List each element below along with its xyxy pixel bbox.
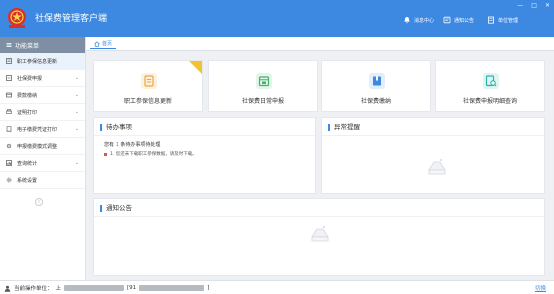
empty-state-icon: [311, 226, 329, 242]
chevron-down-icon: ⌄: [74, 126, 79, 132]
tax-emblem-logo: [8, 8, 26, 28]
tab-bar: 首页: [86, 37, 554, 51]
corner-badge: [189, 61, 202, 74]
operator-end: ]: [207, 285, 210, 291]
quick-action-payment[interactable]: 社保费缴纳: [321, 60, 431, 112]
sidebar-item-query-stats[interactable]: 查询统计 ⌄: [0, 155, 85, 172]
doc-edit-icon: [141, 73, 157, 89]
redacted-text: [64, 285, 125, 291]
sidebar-item-payment[interactable]: 费款缴纳 ⌄: [0, 87, 85, 104]
sidebar-item-insurance-update[interactable]: 职工参保信息更新: [0, 53, 85, 70]
chevron-down-icon: ⌄: [74, 92, 79, 98]
tab-home-label: 首页: [102, 41, 113, 47]
sidebar-heading-label: 功能菜单: [15, 42, 40, 50]
sidebar-heading: 功能菜单: [0, 37, 85, 53]
empty-state-icon: [428, 159, 446, 175]
message-center-button[interactable]: 消息中心: [403, 16, 434, 24]
current-operator: 当前操作单位： 上 [91 ]: [4, 284, 209, 292]
todo-item-text: 1. 您还未下载职工参保数据，请及时下载。: [110, 152, 197, 157]
sidebar-item-e-receipt-print[interactable]: 电子缴费凭证打印 ⌄: [0, 121, 85, 138]
window-controls: — □ ✕: [517, 2, 550, 10]
bell-icon: [404, 17, 410, 24]
quick-action-label: 社保费申报明细查询: [462, 98, 517, 105]
quick-action-label: 职工参保信息更新: [123, 98, 172, 105]
message-center-label: 消息中心: [414, 17, 435, 24]
operator-label: 当前操作单位：: [14, 286, 53, 292]
operator-prefix: 上: [55, 286, 62, 292]
book-icon: [369, 73, 385, 89]
todo-item[interactable]: 1. 您还未下载职工参保数据，请及时下载。: [104, 151, 197, 157]
minimize-button[interactable]: —: [517, 2, 523, 10]
redacted-text: [139, 285, 205, 291]
notices-label: 通知公告: [454, 17, 475, 24]
alerts-title: 异常提醒: [328, 124, 360, 131]
pay-icon: [6, 92, 12, 98]
sidebar-item-certificate-print[interactable]: 证明打印 ⌄: [0, 104, 85, 121]
unit-management-button[interactable]: 单位管理: [487, 16, 518, 24]
divider: [94, 135, 315, 136]
todo-summary: 您有 1 条待办事项待处理: [104, 141, 160, 148]
unit-management-label: 单位管理: [498, 17, 519, 24]
todo-summary-suffix: 条待办事项待处理: [120, 142, 161, 148]
user-edit-icon: [6, 58, 12, 64]
home-icon: [94, 40, 100, 47]
settings-icon: [6, 177, 12, 183]
chevron-down-icon: ⌄: [74, 160, 79, 166]
print-icon: [6, 109, 12, 114]
todo-count: 1: [115, 142, 119, 148]
menu-icon: [6, 43, 12, 47]
user-icon: [4, 285, 11, 292]
notices-panel: 通知公告: [93, 198, 545, 276]
todo-panel: 待办事项 您有 1 条待办事项待处理 1. 您还未下载职工参保数据，请及时下载。: [93, 117, 316, 194]
alert-dot: [104, 152, 107, 156]
close-button[interactable]: ✕: [545, 2, 550, 10]
todo-title: 待办事项: [100, 124, 132, 131]
quick-action-daily-declare[interactable]: 社保费日常申报: [208, 60, 318, 112]
sidebar-item-declare[interactable]: 社保费申报 ⌄: [0, 70, 85, 87]
status-bar: 当前操作单位： 上 [91 ] 切换: [0, 280, 554, 294]
quick-action-label: 社保费日常申报: [241, 98, 284, 105]
calendar-icon: [256, 73, 272, 89]
alerts-panel: 异常提醒: [321, 117, 545, 194]
sidebar-item-label: 查询统计: [17, 160, 38, 167]
todo-summary-prefix: 您有: [104, 142, 115, 148]
sidebar-item-label: 社保费申报: [17, 75, 43, 82]
sidebar-item-label: 系统设置: [17, 177, 38, 184]
divider: [94, 216, 544, 217]
declare-icon: [6, 75, 12, 81]
quick-action-label: 社保费缴纳: [360, 98, 391, 105]
sidebar-item-mode-adjust[interactable]: 申报缴费模式调整: [0, 138, 85, 155]
query-icon: [6, 160, 12, 166]
operator-mid: [91: [127, 285, 137, 291]
notices-title: 通知公告: [100, 205, 132, 212]
app-title: 社保费管理客户端: [35, 14, 108, 24]
gear-icon: [6, 143, 12, 149]
sidebar-item-label: 电子缴费凭证打印: [17, 126, 58, 133]
app-header: 社保费管理客户端 消息中心 通知公告 单位管理 — □ ✕: [0, 0, 554, 37]
quick-action-detail-query[interactable]: 社保费申报明细查询: [435, 60, 545, 112]
quick-action-insurance-update[interactable]: 职工参保信息更新: [93, 60, 203, 112]
chevron-down-icon: ⌄: [74, 109, 79, 115]
switch-unit-link[interactable]: 切换: [535, 284, 546, 292]
announcement-icon: [443, 16, 451, 24]
sidebar-item-label: 费款缴纳: [17, 92, 38, 99]
sidebar-item-label: 申报缴费模式调整: [17, 143, 58, 150]
tab-home[interactable]: 首页: [90, 39, 117, 49]
divider: [322, 135, 544, 136]
notices-button[interactable]: 通知公告: [443, 16, 474, 24]
sidebar-item-label: 职工参保信息更新: [17, 58, 58, 65]
sidebar-item-label: 证明打印: [17, 109, 38, 116]
sidebar: 功能菜单 职工参保信息更新 社保费申报 ⌄ 费款缴纳 ⌄ 证明打印 ⌄ 电子缴费…: [0, 37, 86, 280]
building-icon: [488, 16, 494, 24]
sidebar-item-system-settings[interactable]: 系统设置: [0, 172, 85, 189]
chevron-down-icon: ⌄: [74, 75, 79, 81]
sidebar-collapse-button[interactable]: ‹: [35, 198, 43, 206]
search-doc-icon: [483, 73, 499, 89]
receipt-icon: [6, 126, 12, 132]
maximize-button[interactable]: □: [531, 2, 537, 10]
